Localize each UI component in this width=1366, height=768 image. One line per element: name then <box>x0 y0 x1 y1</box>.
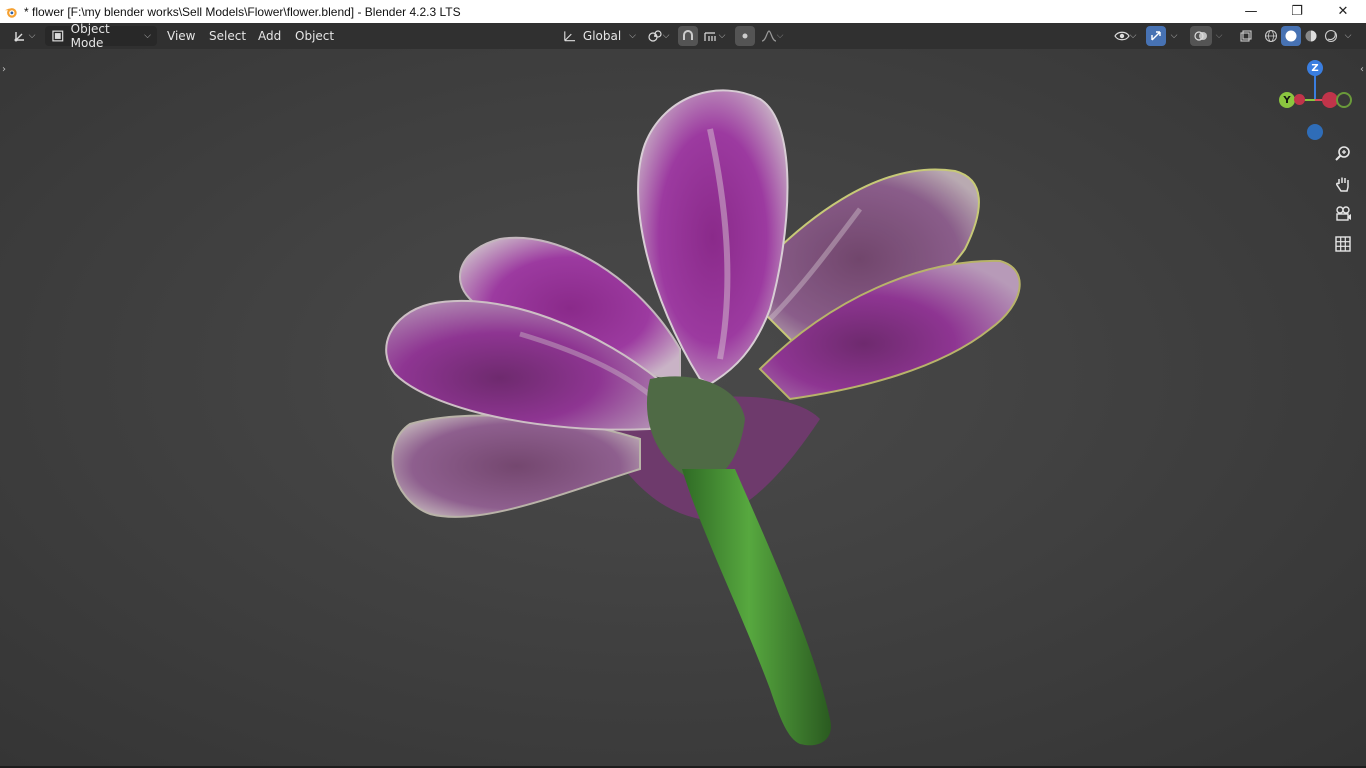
menu-object[interactable]: Object <box>295 23 334 49</box>
gizmo-dropdown[interactable]: ⌵ <box>1167 26 1181 46</box>
minimize-button[interactable]: — <box>1228 0 1274 23</box>
camera-view-button[interactable] <box>1330 201 1356 227</box>
3d-viewport[interactable]: › ‹ Z Y <box>0 49 1366 766</box>
pan-button[interactable] <box>1330 171 1356 197</box>
camera-icon <box>1336 206 1351 221</box>
zoom-button[interactable] <box>1330 141 1356 167</box>
flower-model[interactable] <box>0 49 1366 766</box>
chevron-down-icon: ⌵ <box>776 31 784 41</box>
menu-add[interactable]: Add <box>258 23 281 49</box>
snap-increment-icon <box>703 32 716 41</box>
window-titlebar: * flower [F:\my blender works\Sell Model… <box>0 0 1366 23</box>
gizmo-axis-neg-y[interactable] <box>1336 92 1352 108</box>
chevron-down-icon: ⌵ <box>662 31 670 41</box>
overlays-icon <box>1194 31 1207 41</box>
gizmo-axis-neg-x[interactable] <box>1294 94 1305 105</box>
chevron-down-icon: ⌵ <box>718 31 726 41</box>
overlays-dropdown[interactable]: ⌵ <box>1212 26 1226 46</box>
editor-type-icon <box>14 32 24 42</box>
blender-logo-icon <box>4 7 17 18</box>
transform-orientation-label: Global <box>582 29 622 43</box>
chevron-down-icon: ⌵ <box>1170 31 1178 41</box>
chevron-down-icon: ⌵ <box>1129 31 1137 41</box>
snap-toggle[interactable] <box>678 26 698 46</box>
window-controls: — ❐ ✕ <box>1228 0 1366 23</box>
hand-icon <box>1336 177 1349 192</box>
mode-selector[interactable]: Object Mode ⌵ <box>45 22 157 50</box>
zoom-icon <box>1335 146 1350 161</box>
orientation-axes-icon <box>564 31 576 42</box>
solid-sphere-icon <box>1285 30 1297 42</box>
transform-orientation-selector[interactable]: Global ⌵ <box>558 26 636 46</box>
gizmo-axis-z[interactable]: Z <box>1307 60 1323 76</box>
pivot-point-button[interactable]: ⌵ <box>643 26 673 46</box>
pivot-point-icon <box>647 30 662 42</box>
overlays-toggle[interactable] <box>1190 26 1212 46</box>
gizmo-toggle[interactable] <box>1146 26 1166 46</box>
close-button[interactable]: ✕ <box>1320 0 1366 23</box>
xray-toggle[interactable] <box>1236 26 1256 46</box>
proportional-falloff-button[interactable]: ⌵ <box>757 26 787 46</box>
gizmo-axis-y[interactable]: Y <box>1279 92 1295 108</box>
grid-icon <box>1335 236 1351 252</box>
chevron-down-icon: ⌵ <box>144 31 151 41</box>
restore-button[interactable]: ❐ <box>1274 0 1320 23</box>
proportional-editing-icon <box>742 33 748 39</box>
shading-material-button[interactable] <box>1301 26 1321 46</box>
object-visibility-button[interactable]: ⌵ <box>1109 26 1141 46</box>
menu-view[interactable]: View <box>167 23 195 49</box>
viewport-header: ⌵ Object Mode ⌵ View Select Add Object G… <box>0 22 1366 50</box>
chevron-down-icon: ⌵ <box>1215 31 1223 41</box>
falloff-curve-icon <box>761 30 776 42</box>
proportional-editing-toggle[interactable] <box>735 26 755 46</box>
object-mode-icon <box>52 30 64 42</box>
shading-wireframe-button[interactable] <box>1261 26 1281 46</box>
eye-icon <box>1113 31 1130 41</box>
shading-solid-button[interactable] <box>1281 26 1301 46</box>
menu-select[interactable]: Select <box>209 23 246 49</box>
material-sphere-icon <box>1305 30 1317 42</box>
chevron-down-icon: ⌵ <box>1344 31 1352 41</box>
chevron-down-icon: ⌵ <box>629 31 636 41</box>
perspective-toggle-button[interactable] <box>1330 231 1356 257</box>
mode-label: Object Mode <box>70 22 110 50</box>
editor-type-button[interactable]: ⌵ <box>8 26 40 46</box>
magnet-icon <box>683 30 693 40</box>
rendered-sphere-icon <box>1324 29 1338 43</box>
shading-dropdown[interactable]: ⌵ <box>1341 26 1355 46</box>
gizmo-icon <box>1151 31 1161 41</box>
gizmo-axis-neg-z[interactable] <box>1307 124 1323 140</box>
shading-rendered-button[interactable] <box>1321 26 1341 46</box>
window-title: * flower [F:\my blender works\Sell Model… <box>24 4 461 19</box>
chevron-down-icon: ⌵ <box>28 31 36 41</box>
snap-target-button[interactable]: ⌵ <box>699 26 729 46</box>
xray-icon <box>1240 30 1252 42</box>
wireframe-sphere-icon <box>1265 30 1277 42</box>
